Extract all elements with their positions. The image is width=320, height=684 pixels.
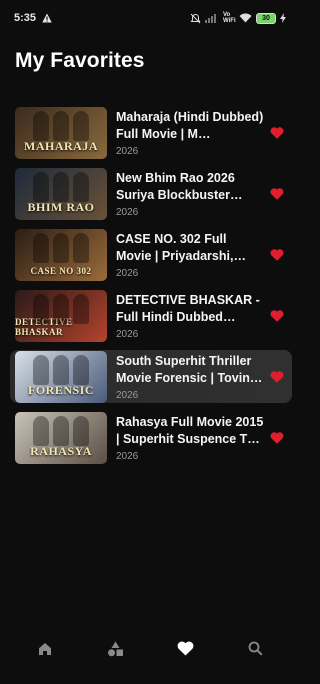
thumbnail-title-art: CASE NO 302 xyxy=(30,265,92,276)
movie-year: 2026 xyxy=(116,328,139,340)
movie-title[interactable]: Rahasya Full Movie 2015 | Superhit Suspe… xyxy=(116,414,265,448)
categories-icon xyxy=(107,641,124,662)
favorite-row[interactable]: MAHARAJA Maharaja (Hindi Dubbed) Full Mov… xyxy=(10,106,292,159)
favorite-row[interactable]: RAHASYA Rahasya Full Movie 2015 | Superhi… xyxy=(10,411,292,464)
nav-home[interactable] xyxy=(25,631,65,671)
status-bar: 5:35 Vo WiFi 30 xyxy=(0,0,300,36)
movie-thumbnail[interactable]: RAHASYA xyxy=(15,411,107,464)
nav-categories[interactable] xyxy=(95,631,135,671)
bottom-nav xyxy=(0,624,300,684)
movie-title[interactable]: South Superhit Thriller Movie Forensic |… xyxy=(116,353,265,387)
wifi-icon xyxy=(239,13,252,23)
favorites-list: MAHARAJA Maharaja (Hindi Dubbed) Full Mov… xyxy=(10,106,292,472)
battery-indicator: 30 xyxy=(256,12,276,24)
favorite-heart-icon[interactable] xyxy=(270,126,284,139)
movie-year: 2026 xyxy=(116,450,139,462)
movie-title[interactable]: CASE NO. 302 Full Movie | Priyadarshi, N… xyxy=(116,231,265,265)
signal-icon xyxy=(205,13,219,23)
thumbnail-title-art: BHIM RAO xyxy=(27,199,95,214)
nav-favorites[interactable] xyxy=(165,631,205,671)
page-title: My Favorites xyxy=(15,49,145,72)
favorite-heart-icon[interactable] xyxy=(270,309,284,322)
movie-title[interactable]: Maharaja (Hindi Dubbed) Full Movie | M… xyxy=(116,109,265,143)
warning-icon xyxy=(42,13,52,23)
home-icon xyxy=(37,641,53,662)
favorite-row[interactable]: FORENSIC South Superhit Thriller Movie Fo… xyxy=(10,350,292,403)
movie-thumbnail[interactable]: CASE NO 302 xyxy=(15,228,107,281)
favorite-heart-icon[interactable] xyxy=(270,370,284,383)
favorite-heart-icon[interactable] xyxy=(270,431,284,444)
favorite-heart-icon[interactable] xyxy=(270,248,284,261)
vowifi-label: Vo WiFi xyxy=(223,12,236,24)
movie-title[interactable]: DETECTIVE BHASKAR - Full Hindi Dubbed Mo… xyxy=(116,292,265,326)
favorite-row[interactable]: CASE NO 302 CASE NO. 302 Full Movie | Pri… xyxy=(10,228,292,281)
movie-title[interactable]: New Bhim Rao 2026 Suriya Blockbuster Act… xyxy=(116,170,265,204)
movie-thumbnail[interactable]: BHIM RAO xyxy=(15,167,107,220)
nav-search[interactable] xyxy=(235,631,275,671)
movie-year: 2026 xyxy=(116,145,139,157)
movie-year: 2026 xyxy=(116,267,139,279)
thumbnail-title-art: MAHARAJA xyxy=(24,138,98,153)
movie-thumbnail[interactable]: DETECTIVE BHASKAR xyxy=(15,289,107,342)
favorite-heart-icon[interactable] xyxy=(270,187,284,200)
thumbnail-title-art: FORENSIC xyxy=(27,382,94,397)
movie-thumbnail[interactable]: FORENSIC xyxy=(15,350,107,403)
mute-bell-icon xyxy=(190,13,201,24)
movie-year: 2026 xyxy=(116,389,139,401)
search-icon xyxy=(248,641,263,661)
favorites-heart-icon xyxy=(177,641,194,661)
movie-thumbnail[interactable]: MAHARAJA xyxy=(15,106,107,159)
favorite-row[interactable]: BHIM RAO New Bhim Rao 2026 Suriya Blockbu… xyxy=(10,167,292,220)
movie-year: 2026 xyxy=(116,206,139,218)
status-time: 5:35 xyxy=(14,12,37,24)
thumbnail-title-art: RAHASYA xyxy=(30,443,92,458)
favorite-row[interactable]: DETECTIVE BHASKAR DETECTIVE BHASKAR - Ful… xyxy=(10,289,292,342)
charging-icon xyxy=(280,13,286,23)
